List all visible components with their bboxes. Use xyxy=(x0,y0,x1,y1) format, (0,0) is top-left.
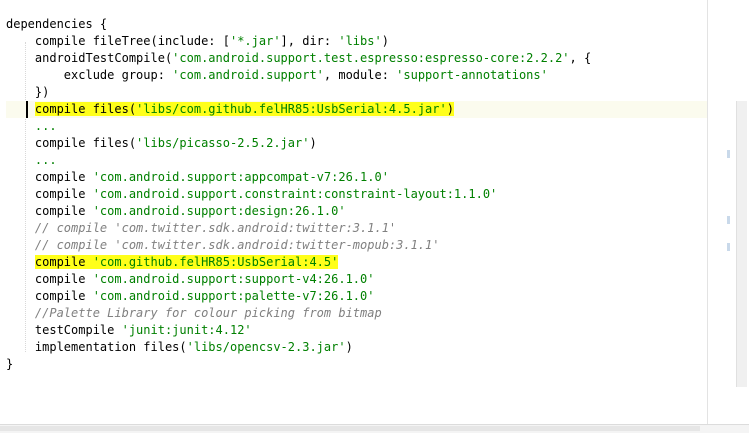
code-string: 'com.github.felHR85:UsbSerial:4.5' xyxy=(92,255,339,269)
code-line[interactable]: exclude group: 'com.android.support', mo… xyxy=(6,67,548,84)
code-token: compile xyxy=(6,187,93,201)
code-line[interactable]: //Palette Library for colour picking fro… xyxy=(6,305,382,322)
code-line[interactable]: compile 'com.android.support:support-v4:… xyxy=(6,271,375,288)
code-token: ) xyxy=(381,34,389,48)
code-token: compile files( xyxy=(34,102,137,116)
code-line[interactable]: compile 'com.android.support.constraint:… xyxy=(6,186,497,203)
code-token: androidTestCompile( xyxy=(6,51,173,65)
code-token: ], dir: xyxy=(280,34,339,48)
code-token: compile xyxy=(6,272,93,286)
code-line[interactable]: compile 'com.github.felHR85:UsbSerial:4.… xyxy=(6,254,339,271)
code-token: compile xyxy=(6,170,93,184)
code-string: 'com.android.support' xyxy=(172,68,324,82)
code-line[interactable]: ... xyxy=(6,152,57,169)
vertical-scrollbar[interactable] xyxy=(736,101,747,387)
code-line[interactable]: ... xyxy=(6,118,57,135)
code-string: 'com.android.support:appcompat-v7:26.1.0… xyxy=(92,170,389,184)
code-comment: // compile 'com.twitter.sdk.android:twit… xyxy=(34,221,397,235)
code-token: , { xyxy=(569,51,592,65)
error-stripe-mark[interactable] xyxy=(727,150,730,158)
code-comment: // compile 'com.twitter.sdk.android:twit… xyxy=(34,238,440,252)
code-token: dependencies { xyxy=(6,17,108,31)
code-string: 'com.android.support.constraint:constrai… xyxy=(92,187,498,201)
code-line[interactable]: compile 'com.android.support:design:26.1… xyxy=(6,203,346,220)
code-token: compile files( xyxy=(6,136,137,150)
code-string: 'libs/picasso-2.5.2.jar' xyxy=(136,136,310,150)
code-string: 'libs/opencsv-2.3.jar' xyxy=(186,340,346,354)
error-stripe-mark[interactable] xyxy=(727,243,730,251)
code-line[interactable]: androidTestCompile('com.android.support.… xyxy=(6,50,591,67)
code-token: compile xyxy=(6,204,93,218)
code-line[interactable]: compile files('libs/picasso-2.5.2.jar') xyxy=(6,135,317,152)
code-token: compile fileTree(include: [ xyxy=(6,34,230,48)
code-editor[interactable]: dependencies { compile fileTree(include:… xyxy=(0,0,707,432)
code-token: ) xyxy=(309,136,317,150)
code-string: 'libs' xyxy=(338,34,382,48)
code-line[interactable]: testCompile 'junit:junit:4.12' xyxy=(6,322,252,339)
code-string: ... xyxy=(34,119,57,133)
code-line[interactable]: compile files('libs/com.github.felHR85:U… xyxy=(6,101,707,118)
code-string: 'com.android.support:support-v4:26.1.0' xyxy=(92,272,375,286)
code-token: compile xyxy=(34,255,93,269)
code-string: 'support-annotations' xyxy=(396,68,548,82)
code-string: '*.jar' xyxy=(229,34,281,48)
code-string: 'com.android.support.test.espresso:espre… xyxy=(172,51,570,65)
code-token: implementation files( xyxy=(6,340,187,354)
code-token: }) xyxy=(6,85,50,99)
horizontal-scrollbar-thumb[interactable] xyxy=(0,426,700,431)
code-token: compile xyxy=(6,289,93,303)
code-string: 'com.android.support:design:26.1.0' xyxy=(92,204,346,218)
error-stripe-mark[interactable] xyxy=(727,216,730,224)
code-comment: //Palette Library for colour picking fro… xyxy=(34,306,382,320)
code-line[interactable]: } xyxy=(6,356,13,373)
code-line[interactable]: compile 'com.android.support:palette-v7:… xyxy=(6,288,375,305)
code-token: } xyxy=(6,357,14,371)
code-token: testCompile xyxy=(6,323,122,337)
code-line[interactable]: implementation files('libs/opencsv-2.3.j… xyxy=(6,339,353,356)
code-token: exclude group: xyxy=(6,68,173,82)
code-token: ) xyxy=(345,340,353,354)
code-line[interactable]: compile 'com.android.support:appcompat-v… xyxy=(6,169,389,186)
code-token: , module: xyxy=(323,68,397,82)
code-string: 'junit:junit:4.12' xyxy=(121,323,252,337)
code-line[interactable]: dependencies { xyxy=(6,16,107,33)
code-line[interactable]: // compile 'com.twitter.sdk.android:twit… xyxy=(6,237,440,254)
code-string: 'libs/com.github.felHR85:UsbSerial:4.5.j… xyxy=(136,102,447,116)
code-string: 'com.android.support:palette-v7:26.1.0' xyxy=(92,289,375,303)
code-line[interactable]: compile fileTree(include: ['*.jar'], dir… xyxy=(6,33,389,50)
code-line[interactable]: // compile 'com.twitter.sdk.android:twit… xyxy=(6,220,396,237)
code-string: ... xyxy=(34,153,57,167)
code-token: ) xyxy=(446,102,454,116)
code-line[interactable]: }) xyxy=(6,84,49,101)
